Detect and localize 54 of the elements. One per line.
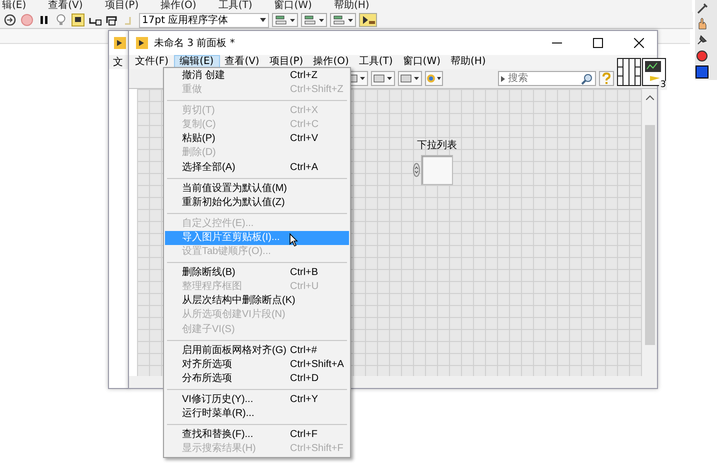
menu-item[interactable]: 辑(E) xyxy=(2,0,26,12)
menu-item[interactable]: 文件(F) xyxy=(130,55,174,69)
menu-item[interactable]: 查找和替换(F)... Ctrl+F xyxy=(165,428,349,442)
menu-item[interactable]: 重新初始化为默认值(Z) xyxy=(165,196,349,210)
menu-item[interactable]: 项目(P) xyxy=(264,55,308,69)
menu-item[interactable]: 运行时菜单(R)... xyxy=(165,406,349,422)
menu-item[interactable]: 工具(T) xyxy=(354,55,398,69)
connector-pane-icon[interactable] xyxy=(617,58,641,86)
search-icon xyxy=(581,73,593,85)
instance-number: 3 xyxy=(659,80,667,90)
menu-item[interactable]: 启用前面板网格对齐(G) Ctrl+# xyxy=(165,344,349,358)
menu-item[interactable]: 帮助(H) xyxy=(334,0,370,12)
color-box-icon[interactable] xyxy=(695,65,709,79)
menu-item[interactable]: VI修订历史(Y)... Ctrl+Y xyxy=(165,392,349,407)
caret-icon xyxy=(501,76,505,82)
menu-item[interactable]: 项目(P) xyxy=(104,0,139,12)
menu-item[interactable]: 操作(O) xyxy=(160,0,196,12)
menu-item[interactable]: 操作(O) xyxy=(308,55,354,69)
resize-objects-icon[interactable] xyxy=(425,71,443,86)
increment-decrement-icon[interactable] xyxy=(413,163,420,177)
distribute-objects-icon[interactable] xyxy=(398,71,422,86)
menu-item[interactable]: 粘贴(P) Ctrl+V xyxy=(165,132,349,146)
distribute-objects-icon[interactable] xyxy=(301,13,327,27)
menu-item[interactable]: 当前值设置为默认值(M) xyxy=(165,182,349,196)
breakpoint-icon[interactable] xyxy=(695,49,709,63)
menu-item[interactable]: 删除断线(B) Ctrl+B xyxy=(165,266,349,280)
reorder-icon[interactable] xyxy=(330,13,356,27)
menu-item[interactable]: 帮助(H) xyxy=(446,55,491,69)
vi-icon[interactable] xyxy=(642,58,666,86)
menu-item[interactable]: 查看(V) xyxy=(220,55,264,69)
dropdown-arrow-icon xyxy=(260,18,266,22)
search-field[interactable]: 搜索 xyxy=(498,71,596,86)
pin-icon[interactable] xyxy=(695,33,709,47)
labview-icon xyxy=(135,36,149,50)
menu-item[interactable]: 窗口(W) xyxy=(398,55,446,69)
menu-item[interactable]: 撤消 创建 Ctrl+Z xyxy=(165,69,349,84)
control-label: 下拉列表 xyxy=(417,138,457,152)
vertical-scrollbar[interactable] xyxy=(642,89,657,376)
run-continuously-icon[interactable] xyxy=(3,13,17,27)
probe-icon[interactable] xyxy=(71,13,85,27)
labview-icon xyxy=(113,36,127,50)
window-title: 未命名 3 前面板 * xyxy=(154,36,236,50)
mouse-cursor-icon xyxy=(289,232,298,247)
menu-item[interactable]: 分布所选项 Ctrl+D xyxy=(165,372,349,386)
font-dropdown[interactable]: 17pt 应用程序字体 xyxy=(139,12,269,28)
menu-item[interactable]: 对齐所选项 Ctrl+Shift+A xyxy=(165,358,349,372)
wrench-icon[interactable] xyxy=(695,1,709,15)
align-objects-icon[interactable] xyxy=(272,13,298,27)
menu-item[interactable]: 从层次结构中删除断点(K) xyxy=(165,294,349,308)
menu-item[interactable]: 工具(T) xyxy=(218,0,252,12)
align-objects-icon[interactable] xyxy=(371,71,395,86)
vi-icon[interactable] xyxy=(359,13,377,27)
menu-item[interactable]: 查看(V) xyxy=(48,0,83,12)
menu-item[interactable]: 选择全部(A) Ctrl+A xyxy=(165,160,349,175)
